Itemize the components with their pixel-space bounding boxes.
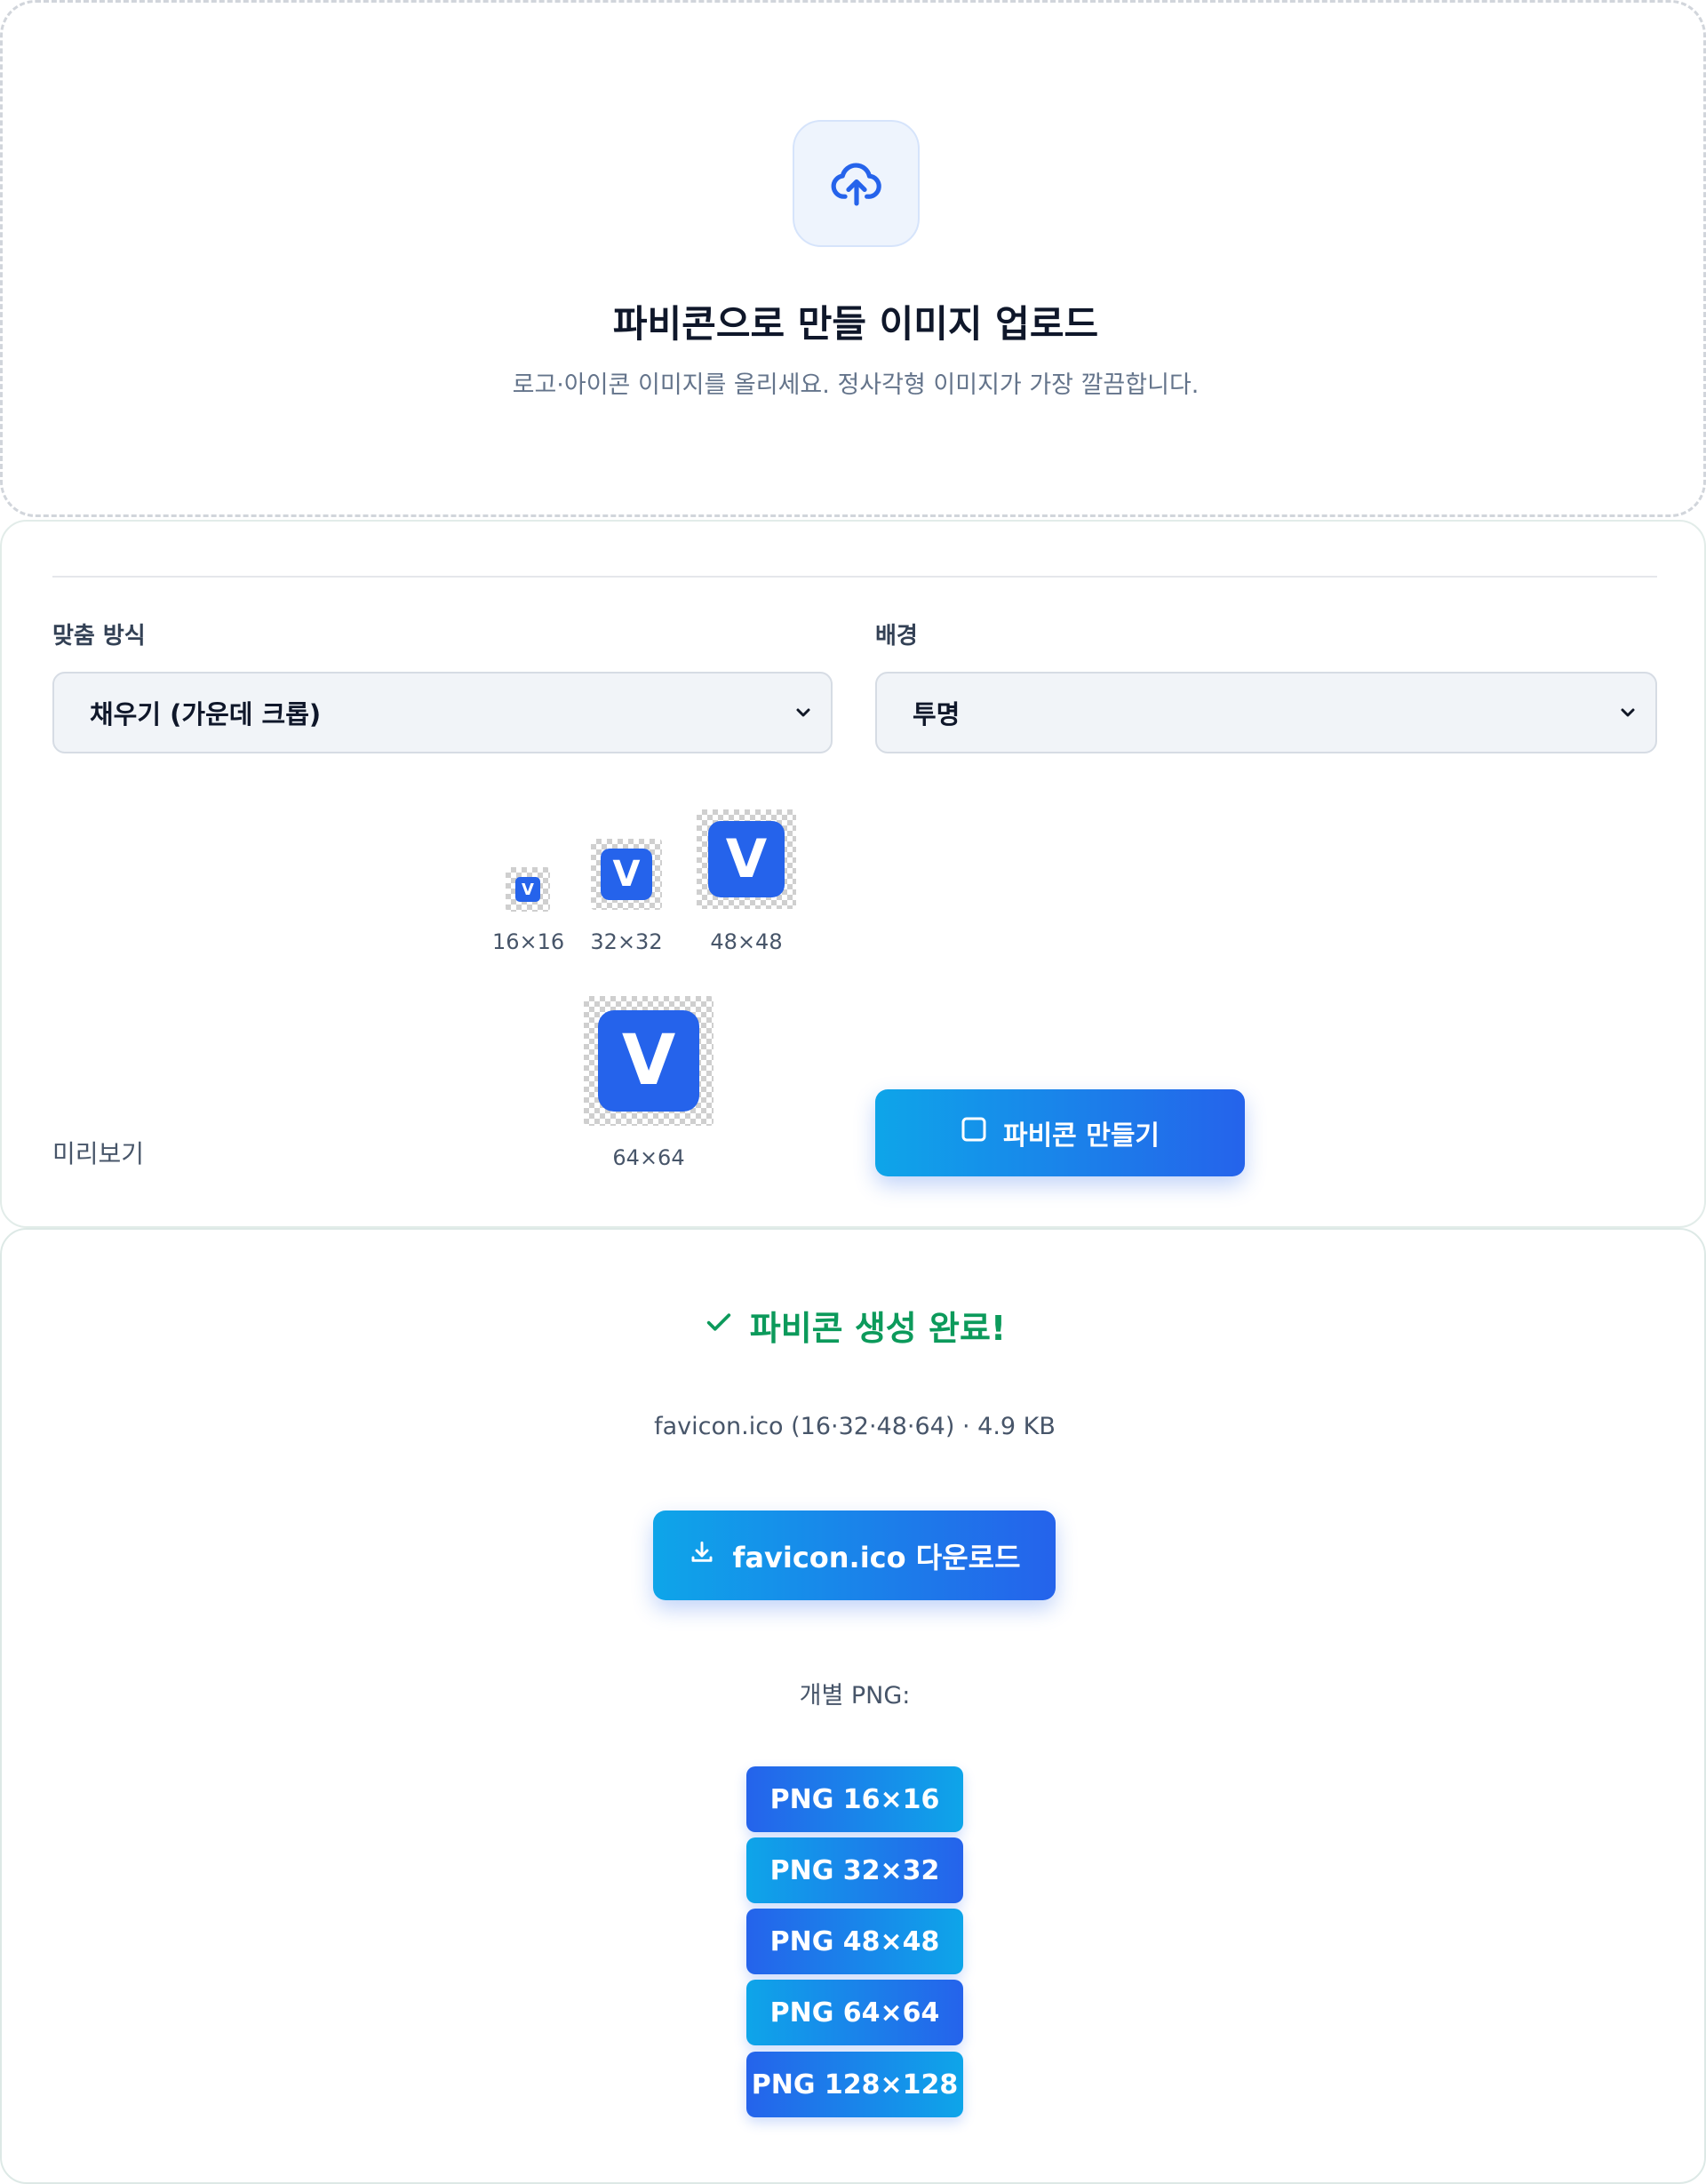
- png-128-button[interactable]: PNG 128×128: [746, 2052, 963, 2117]
- chevron-down-icon: [1618, 703, 1638, 722]
- preview-48: V: [697, 809, 796, 909]
- make-favicon-label: 파비콘 만들기: [1002, 1120, 1160, 1152]
- background-label: 배경: [875, 623, 918, 650]
- file-info: favicon.ico (16·32·48·64) · 4.9 KB: [654, 1413, 1056, 1440]
- fit-mode-value: 채우기 (가운데 크롭): [90, 699, 322, 729]
- download-icon: [688, 1538, 716, 1574]
- preview-size-label: 64×64: [612, 1145, 685, 1170]
- make-favicon-button[interactable]: 파비콘 만들기: [875, 1089, 1245, 1176]
- background-value: 투명: [913, 699, 961, 729]
- check-icon: [704, 1306, 734, 1345]
- favicon-preview-icon: V: [708, 821, 785, 897]
- success-text: 파비콘 생성 완료!: [749, 1309, 1007, 1348]
- chevron-down-icon: [793, 703, 813, 722]
- success-message: 파비콘 생성 완료!: [2, 1301, 1706, 1350]
- download-ico-button[interactable]: favicon.ico 다운로드: [653, 1510, 1056, 1600]
- favicon-preview-icon: V: [598, 1010, 699, 1112]
- preview-size-label: 32×32: [590, 929, 663, 954]
- result-card: 파비콘 생성 완료! favicon.ico (16·32·48·64) · 4…: [0, 1228, 1706, 2184]
- favicon-preview-icon: V: [601, 849, 652, 900]
- preview-64: V: [584, 996, 713, 1126]
- background-select[interactable]: 투명: [875, 672, 1657, 753]
- individual-png-label: 개별 PNG:: [799, 1682, 911, 1710]
- divider: [52, 576, 1657, 578]
- options-card: 맞춤 방식 채우기 (가운데 크롭) 배경 투명 V 16×16 V 32×32…: [0, 520, 1706, 1228]
- preview-16: V: [506, 867, 550, 912]
- fit-mode-label: 맞춤 방식: [52, 623, 146, 650]
- preview-size-label: 48×48: [710, 929, 783, 954]
- favicon-preview-icon: V: [515, 877, 540, 902]
- upload-subtitle: 로고·아이콘 이미지를 올리세요. 정사각형 이미지가 가장 깔끔합니다.: [512, 371, 1200, 399]
- upload-title: 파비콘으로 만들 이미지 업로드: [612, 302, 1099, 346]
- png-32-button[interactable]: PNG 32×32: [746, 1837, 963, 1903]
- preview-size-label: 16×16: [492, 929, 565, 954]
- download-ico-label: favicon.ico 다운로드: [732, 1540, 1021, 1574]
- fit-mode-select[interactable]: 채우기 (가운데 크롭): [52, 672, 833, 753]
- preview-32: V: [591, 839, 662, 910]
- png-64-button[interactable]: PNG 64×64: [746, 1980, 963, 2045]
- png-48-button[interactable]: PNG 48×48: [746, 1909, 963, 1974]
- preview-label: 미리보기: [52, 1139, 145, 1168]
- png-16-button[interactable]: PNG 16×16: [746, 1766, 963, 1832]
- cloud-upload-icon: [793, 120, 920, 247]
- upload-dropzone[interactable]: 파비콘으로 만들 이미지 업로드 로고·아이콘 이미지를 올리세요. 정사각형 …: [0, 0, 1706, 517]
- square-icon: [961, 1116, 987, 1150]
